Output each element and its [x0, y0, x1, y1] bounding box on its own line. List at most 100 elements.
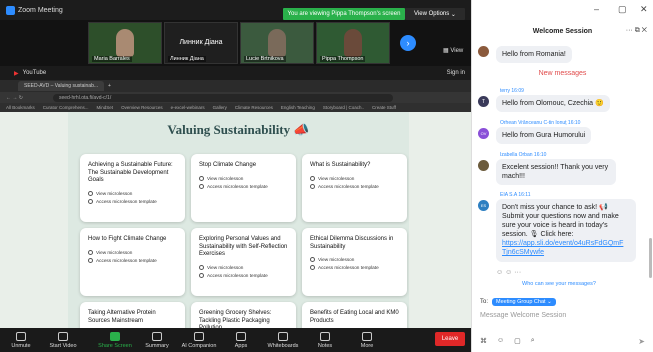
access-link[interactable]: Access microlesson template: [88, 257, 177, 263]
send-icon[interactable]: ➤: [638, 337, 645, 346]
chevron-right-icon[interactable]: ›: [400, 35, 416, 51]
message-text: Hello from Olomouc, Czechia 🙂: [496, 95, 610, 113]
lesson-card[interactable]: Achieving a Sustainable Future: The Sust…: [80, 154, 185, 222]
whiteboards-button[interactable]: Whiteboards: [262, 331, 304, 349]
participant-tile[interactable]: Lucie Brtnikova: [240, 22, 314, 64]
lesson-card[interactable]: Taking Alternative Protein Sources Mains…: [80, 302, 185, 328]
apps-icon: [236, 331, 246, 341]
bookmark-item[interactable]: English Teaching: [281, 105, 315, 110]
minimize-icon[interactable]: –: [594, 4, 599, 14]
share-screen-button[interactable]: Share Screen: [94, 331, 136, 349]
access-link[interactable]: Access microlesson template: [88, 198, 177, 204]
card-title: Exploring Personal Values and Sustainabi…: [199, 236, 288, 257]
message-input[interactable]: Message Welcome Session: [480, 312, 566, 319]
screenshot-icon[interactable]: ⌕: [531, 337, 535, 345]
chat-message: Hello from Romania!: [478, 46, 646, 64]
bookmark-item[interactable]: MindSet: [97, 105, 114, 110]
close-icon[interactable]: ✕: [640, 4, 648, 15]
bookmark-item[interactable]: Climate Resources: [235, 105, 273, 110]
view-link[interactable]: View microlesson: [310, 257, 399, 262]
card-title: Taking Alternative Protein Sources Mains…: [88, 310, 156, 324]
edit-icon: [88, 198, 93, 204]
edit-icon: [199, 272, 204, 278]
avatar: [478, 46, 489, 57]
lesson-card[interactable]: Greening Grocery Shelves: Tackling Plast…: [191, 302, 296, 328]
leave-button[interactable]: Leave: [435, 332, 465, 346]
bookmark-item[interactable]: Overview Resources: [121, 105, 163, 110]
chat-header-icons[interactable]: ··· ⧉ ✕: [626, 27, 647, 35]
avatar: T: [478, 96, 489, 107]
start-video-button[interactable]: Start Video: [42, 331, 84, 349]
more-button[interactable]: More: [346, 331, 388, 349]
lesson-card[interactable]: Stop Climate Change View microlesson Acc…: [191, 154, 296, 222]
zoom-logo-icon: [6, 5, 15, 15]
lesson-card[interactable]: Ethical Dilemma Discussions in Sustainab…: [302, 228, 407, 296]
view-link[interactable]: View microlesson: [199, 264, 288, 270]
apps-button[interactable]: Apps: [220, 331, 262, 349]
new-tab-icon[interactable]: +: [108, 83, 111, 89]
view-link[interactable]: View microlesson: [88, 190, 177, 196]
youtube-icon: ▶: [14, 70, 19, 77]
viewing-banner: You are viewing Pippa Thompson's screen: [283, 8, 405, 20]
view-link[interactable]: View microlesson: [199, 175, 288, 181]
maximize-icon[interactable]: ▢: [618, 4, 627, 15]
participant-tile[interactable]: Maria Barrales: [88, 22, 162, 64]
bookmark-item[interactable]: All Bookmarks: [6, 105, 35, 110]
view-options-button[interactable]: View Options ⌄: [405, 8, 465, 20]
eye-icon: [310, 175, 315, 181]
participant-tile[interactable]: Линник Діана Линник Діана: [164, 22, 238, 64]
chat-tools: ⌘ ☺ ▢ ⌕: [480, 337, 535, 345]
summary-icon: [152, 331, 162, 341]
participant-display-label: Линник Діана: [179, 39, 223, 46]
view-link[interactable]: View microlesson: [88, 249, 177, 255]
format-icon[interactable]: ⌘: [480, 337, 487, 345]
card-title: Greening Grocery Shelves: Tackling Plast…: [199, 310, 272, 328]
address-bar[interactable]: seed-hrhl.ota.fi/avd-c/1/: [52, 93, 393, 102]
participant-name: Lucie Brtnikova: [244, 56, 286, 62]
reaction-icons[interactable]: ☺ ☺ ···: [496, 269, 521, 276]
summary-button[interactable]: Summary: [136, 331, 178, 349]
message-link[interactable]: https://app.sli.do/event/o4uRsFdGQmF Tjn…: [502, 240, 623, 256]
participant-name: Линник Діана: [168, 56, 206, 62]
lesson-card[interactable]: What is Sustainability? View microlesson…: [302, 154, 407, 222]
recipient-row: To: Meeting Group Chat ⌄: [480, 298, 556, 306]
browser-tab[interactable]: SEED-AVD – Valuing sustainab...: [18, 81, 105, 91]
eye-icon: [88, 190, 93, 196]
avatar: ES: [478, 200, 489, 211]
lesson-card[interactable]: How to Fight Climate Change View microle…: [80, 228, 185, 296]
emoji-icon[interactable]: ☺: [497, 337, 504, 345]
share-screen-icon: [110, 331, 120, 341]
who-can-see-link[interactable]: Who can see your messages?: [522, 281, 596, 287]
recipient-select[interactable]: Meeting Group Chat ⌄: [492, 298, 556, 306]
nav-arrows-icon[interactable]: ← → ↻: [6, 95, 23, 101]
edit-icon: [88, 257, 93, 263]
view-link[interactable]: View microlesson: [310, 175, 399, 181]
bookmark-item[interactable]: Curator Comprehens...: [43, 105, 89, 110]
lesson-card[interactable]: Benefits of Eating Local and KM0 Product…: [302, 302, 407, 328]
access-link[interactable]: Access microlesson template: [199, 272, 288, 278]
gallery-view-button[interactable]: ▦ View: [443, 47, 463, 54]
participant-tile[interactable]: Pippa Thompson: [316, 22, 390, 64]
avatar: [478, 160, 489, 171]
participant-gallery: Maria Barrales Линник Діана Линник Діана…: [0, 20, 471, 66]
access-link[interactable]: Access microlesson template: [199, 183, 288, 189]
message-text: Don't miss your chance to ask! 📢 Submit …: [502, 204, 619, 239]
avatar: OV: [478, 128, 489, 139]
signin-link[interactable]: Sign in: [447, 70, 465, 76]
access-link[interactable]: Access microlesson template: [310, 265, 399, 270]
app-title: Zoom Meeting: [18, 6, 63, 14]
bookmark-item[interactable]: Gallery: [213, 105, 227, 110]
file-icon[interactable]: ▢: [514, 337, 521, 345]
chat-scrollbar[interactable]: [649, 238, 652, 278]
notes-button[interactable]: Notes: [304, 331, 346, 349]
chat-message: Izabella Orban 16:10 Excelent session!! …: [478, 152, 646, 192]
bookmark-item[interactable]: e-excel-webinars: [171, 105, 205, 110]
bookmark-item[interactable]: Create Stuff: [372, 105, 396, 110]
lesson-card[interactable]: Exploring Personal Values and Sustainabi…: [191, 228, 296, 296]
ai-companion-button[interactable]: AI Companion: [178, 331, 220, 349]
message-sender: terry 16:09: [500, 88, 524, 94]
unmute-button[interactable]: Unmute: [0, 331, 42, 349]
bookmark-item[interactable]: Storyboard | Coach..: [323, 105, 364, 110]
more-icon: [362, 331, 372, 341]
access-link[interactable]: Access microlesson template: [310, 183, 399, 189]
